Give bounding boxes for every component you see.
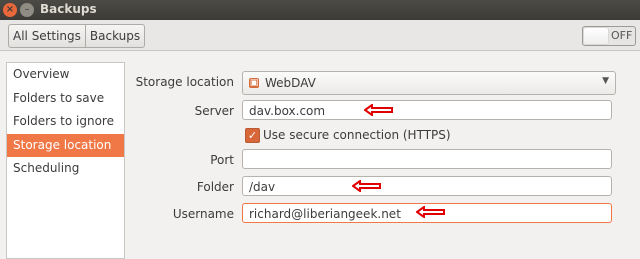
username-label: Username: [172, 207, 234, 221]
title-bar: × – Backups: [0, 0, 640, 20]
secure-connection-checkbox[interactable]: ✓: [245, 128, 260, 143]
switch-label: OFF: [611, 29, 633, 42]
red-arrow-annotation: [352, 180, 381, 192]
folder-field[interactable]: /dav: [242, 176, 612, 196]
close-icon[interactable]: ×: [3, 3, 17, 17]
server-field[interactable]: dav.box.com: [242, 100, 612, 120]
storage-location-value: WebDAV: [265, 76, 316, 90]
server-label: Server: [194, 104, 234, 118]
sidebar-item-folders-to-ignore[interactable]: Folders to ignore: [7, 110, 124, 134]
breadcrumb: All Settings Backups: [8, 24, 146, 48]
switch-knob[interactable]: [584, 28, 608, 44]
checkmark-icon: ✓: [247, 129, 258, 142]
sidebar-item-folders-to-save[interactable]: Folders to save: [7, 87, 124, 111]
toolbar: All Settings Backups OFF: [0, 20, 640, 51]
red-arrow-annotation: [364, 104, 393, 116]
secure-connection-label: Use secure connection (HTTPS): [263, 128, 451, 142]
backup-toggle-switch[interactable]: OFF: [582, 26, 636, 46]
port-label: Port: [210, 153, 234, 167]
window-title: Backups: [40, 2, 97, 16]
red-arrow-annotation: [416, 206, 445, 218]
sidebar-item-storage-location[interactable]: Storage location: [7, 133, 124, 157]
all-settings-button[interactable]: All Settings: [9, 25, 85, 47]
sidebar: Overview Folders to save Folders to igno…: [6, 62, 125, 259]
minimize-icon[interactable]: –: [20, 3, 34, 17]
backups-button[interactable]: Backups: [84, 25, 144, 47]
sidebar-item-overview[interactable]: Overview: [7, 63, 124, 87]
port-field[interactable]: [242, 149, 612, 169]
storage-location-label: Storage location: [135, 75, 234, 89]
sidebar-item-scheduling[interactable]: Scheduling: [7, 157, 124, 181]
storage-location-dropdown[interactable]: ▣ WebDAV ▼: [242, 71, 616, 95]
webdav-icon: ▣: [249, 78, 259, 88]
chevron-down-icon: ▼: [602, 76, 609, 86]
folder-label: Folder: [196, 180, 234, 194]
